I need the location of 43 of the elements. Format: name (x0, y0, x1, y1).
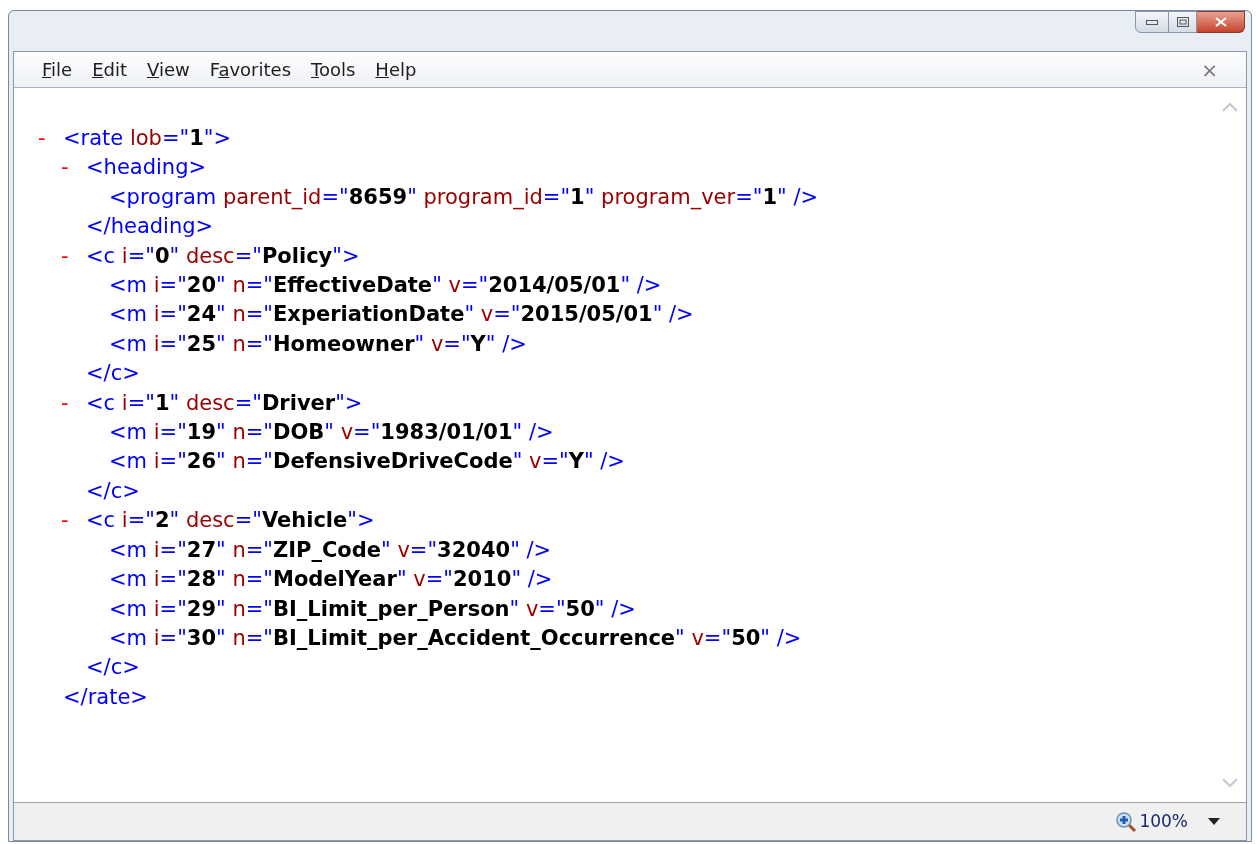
xml-line: <m i="25" n="Homeowner" v="Y" /> (109, 330, 527, 358)
zoom-in-icon (1115, 810, 1138, 833)
xml-line: </c> (86, 477, 140, 505)
xml-line: <program parent_id="8659" program_id="1" program_ver="1" /> (109, 183, 819, 212)
menu-item[interactable]: Help (367, 56, 425, 83)
minimize-icon (1146, 19, 1158, 25)
collapse-toggle[interactable]: - (61, 508, 69, 533)
close-button[interactable] (1197, 11, 1245, 33)
xml-line: <m i="19" n="DOB" v="1983/01/01" /> (109, 419, 554, 447)
scroll-up-icon (1222, 102, 1238, 112)
minimize-button[interactable] (1135, 11, 1169, 33)
collapse-toggle[interactable]: - (61, 155, 69, 180)
xml-line: <m i="30" n="BI_Limit_per_Accident_Occurrence" v="50" /> (109, 624, 802, 652)
menu-item[interactable]: View (139, 56, 198, 83)
menu-item[interactable]: Tools (303, 56, 364, 83)
dropdown-arrow-icon[interactable] (1208, 818, 1220, 825)
xml-line: <c i="1" desc="Driver"> (86, 389, 363, 417)
xml-line: <m i="27" n="ZIP_Code" v="32040" /> (109, 536, 552, 564)
collapse-toggle[interactable]: - (61, 390, 69, 415)
xml-line: <heading> (86, 154, 207, 182)
xml-line: </heading> (86, 213, 214, 241)
collapse-toggle[interactable]: - (38, 126, 46, 150)
xml-line: </rate> (63, 683, 148, 711)
menu-item[interactable]: Edit (84, 56, 135, 83)
close-menu-bar-button[interactable]: × (1201, 54, 1226, 85)
menu-item[interactable]: File (34, 56, 81, 83)
menu-item[interactable]: Favorites (201, 56, 299, 83)
scroll-down-icon (1222, 778, 1238, 788)
xml-line: <m i="24" n="ExperiationDate" v="2015/05/01" /> (109, 301, 694, 329)
xml-line: <m i="26" n="DefensiveDriveCode" v="Y" /> (109, 448, 625, 476)
xml-line: <c i="0" desc="Policy"> (86, 242, 360, 270)
close-icon (1214, 17, 1227, 27)
xml-line: </c> (86, 360, 140, 388)
xml-line: <rate lob="1"> (63, 125, 232, 152)
maximize-icon (1176, 17, 1189, 27)
xml-line: <m i="28" n="ModelYear" v="2010" /> (109, 566, 553, 594)
xml-line: </c> (86, 654, 140, 682)
xml-line: <m i="20" n="EffectiveDate" v="2014/05/01" /> (109, 272, 662, 300)
zoom-button[interactable]: 100% (1115, 808, 1188, 835)
maximize-button[interactable] (1169, 11, 1197, 33)
xml-line: <c i="2" desc="Vehicle"> (86, 507, 375, 535)
collapse-toggle[interactable]: - (61, 243, 69, 268)
xml-line: <m i="29" n="BI_Limit_per_Person" v="50" /> (109, 595, 636, 623)
